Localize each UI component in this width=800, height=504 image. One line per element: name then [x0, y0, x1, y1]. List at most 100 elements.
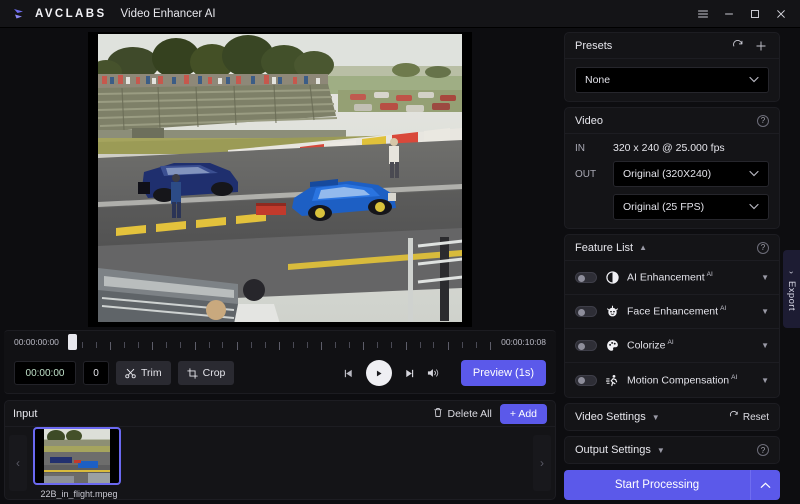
toggle-ai-enhancement[interactable] [575, 272, 597, 283]
chevron-right-icon[interactable]: › [533, 435, 551, 491]
input-actions: Delete All + Add [433, 403, 547, 424]
feature-label-colorize: Colorize AI [627, 339, 674, 352]
maximize-icon[interactable] [742, 1, 768, 27]
presets-title: Presets [575, 39, 613, 52]
face-icon [605, 305, 619, 318]
caret-down-icon[interactable]: ▼ [652, 413, 660, 422]
caret-up-icon[interactable] [750, 470, 780, 500]
export-tab-label: Export [786, 280, 797, 311]
list-item[interactable]: 22B_in_flight.mpeg [33, 427, 125, 499]
input-thumbnail-strip: ‹ 22B_in_flight.mpeg › [5, 427, 555, 499]
app-title: Video Enhancer AI [120, 7, 216, 20]
output-framerate-value: Original (25 FPS) [623, 201, 705, 213]
feature-label-motion-compensation: Motion Compensation AI [627, 373, 738, 387]
input-title: Input [13, 407, 38, 420]
output-settings-actions: ? [757, 444, 769, 456]
palette-icon [605, 339, 619, 352]
hamburger-menu-icon[interactable] [690, 1, 716, 27]
feature-row-colorize[interactable]: Colorize AI ▼ [565, 329, 779, 363]
input-thumbnail[interactable] [33, 427, 121, 485]
toggle-motion-compensation[interactable] [575, 374, 597, 386]
feature-row-ai-enhancement[interactable]: AI Enhancement AI ▼ [565, 261, 779, 295]
delete-all-button[interactable]: Delete All [433, 407, 492, 421]
video-framerate-row: Original (25 FPS) [575, 194, 769, 220]
video-in-value: 320 x 240 @ 25.000 fps [613, 142, 725, 154]
feature-label-face-enhancement: Face Enhancement AI [627, 305, 727, 318]
chevron-down-icon [749, 168, 759, 180]
toggle-colorize[interactable] [575, 340, 597, 351]
presets-panel: Presets None [564, 32, 780, 102]
output-settings-title: Output Settings [575, 444, 651, 456]
feature-list-panel: Feature List ▲ ? AI Enhancement AI ▼ Fac… [564, 234, 780, 398]
scissors-icon [125, 368, 136, 379]
title-bar: AVCLABS Video Enhancer AI [0, 0, 800, 28]
toggle-face-enhancement[interactable] [575, 306, 597, 317]
feature-row-face-enhancement[interactable]: Face Enhancement AI ▼ [565, 295, 779, 329]
chevron-down-icon[interactable]: ▼ [761, 341, 769, 350]
reset-label: Reset [742, 411, 769, 423]
chevron-down-icon[interactable]: ▼ [761, 273, 769, 282]
presets-body: None [565, 59, 779, 101]
plus-icon[interactable] [752, 37, 769, 54]
playback-controls: 00:00:00 0 Trim Crop Preview (1s) [4, 353, 556, 393]
output-settings-panel[interactable]: Output Settings ▼ ? [564, 436, 780, 464]
video-in-row: IN 320 x 240 @ 25.000 fps [575, 142, 769, 154]
chevron-down-icon[interactable]: ▼ [761, 307, 769, 316]
chevron-down-icon[interactable]: ▼ [761, 376, 769, 385]
caret-down-icon[interactable]: ▼ [657, 446, 665, 455]
chevron-icon: › [786, 270, 796, 274]
feature-list-header[interactable]: Feature List ▲ ? [565, 235, 779, 261]
caret-up-icon[interactable]: ▲ [639, 243, 647, 252]
video-actions: ? [757, 114, 769, 127]
crop-button[interactable]: Crop [177, 361, 235, 385]
trim-button[interactable]: Trim [116, 361, 171, 385]
input-filename: 22B_in_flight.mpeg [40, 489, 118, 499]
presets-actions [729, 37, 769, 54]
crop-icon [186, 367, 198, 379]
video-still-image [88, 31, 472, 327]
input-panel-header: Input Delete All + Add [5, 401, 555, 427]
export-tab[interactable]: › Export [783, 250, 800, 328]
brand: AVCLABS [12, 6, 107, 22]
chevron-left-icon[interactable]: ‹ [9, 435, 27, 491]
presets-header: Presets [565, 33, 779, 59]
feature-label-ai-enhancement: AI Enhancement AI [627, 271, 713, 284]
video-panel: Video ? IN 320 x 240 @ 25.000 fps OUT Or… [564, 107, 780, 229]
volume-icon[interactable] [427, 367, 440, 379]
refresh-icon[interactable] [729, 37, 746, 54]
feature-row-motion-compensation[interactable]: Motion Compensation AI ▼ [565, 363, 779, 397]
chevron-down-icon [749, 74, 759, 86]
frame-number-field[interactable]: 0 [83, 361, 109, 385]
playhead-handle-icon[interactable] [68, 334, 77, 350]
start-processing-button[interactable]: Start Processing [564, 470, 750, 500]
avclabs-logo-icon [12, 6, 28, 22]
transport-bar: 00:00:00:00 00:00:10:08 00:00:00 0 Trim … [4, 330, 556, 394]
current-timecode-field[interactable]: 00:00:00 [14, 361, 76, 385]
brand-name: AVCLABS [35, 7, 107, 20]
video-frame[interactable] [88, 31, 472, 327]
preview-button[interactable]: Preview (1s) [460, 360, 546, 386]
help-icon[interactable]: ? [757, 114, 769, 127]
close-icon[interactable] [768, 1, 794, 27]
running-person-icon [605, 374, 619, 387]
next-frame-icon[interactable] [404, 368, 415, 379]
thumbnail-image [44, 429, 110, 483]
output-resolution-select[interactable]: Original (320X240) [613, 161, 769, 187]
help-icon[interactable]: ? [757, 444, 769, 456]
preset-select[interactable]: None [575, 67, 769, 93]
app-window: AVCLABS Video Enhancer AI 00:00:00:00 00… [0, 0, 800, 504]
timeline-ticks [68, 342, 491, 350]
previous-frame-icon[interactable] [343, 368, 354, 379]
reset-button[interactable]: Reset [729, 410, 769, 424]
video-preview-stage[interactable] [0, 28, 560, 330]
contrast-icon [605, 271, 619, 284]
minimize-icon[interactable] [716, 1, 742, 27]
output-framerate-select[interactable]: Original (25 FPS) [613, 194, 769, 220]
timeline-ruler[interactable]: 00:00:00:00 00:00:10:08 [4, 331, 556, 353]
add-button[interactable]: + Add [499, 403, 547, 424]
app-body: 00:00:00:00 00:00:10:08 00:00:00 0 Trim … [0, 28, 800, 504]
video-settings-panel[interactable]: Video Settings ▼ Reset [564, 403, 780, 431]
play-icon[interactable] [365, 360, 392, 386]
video-settings-title: Video Settings [575, 411, 646, 423]
help-icon[interactable]: ? [757, 241, 769, 254]
